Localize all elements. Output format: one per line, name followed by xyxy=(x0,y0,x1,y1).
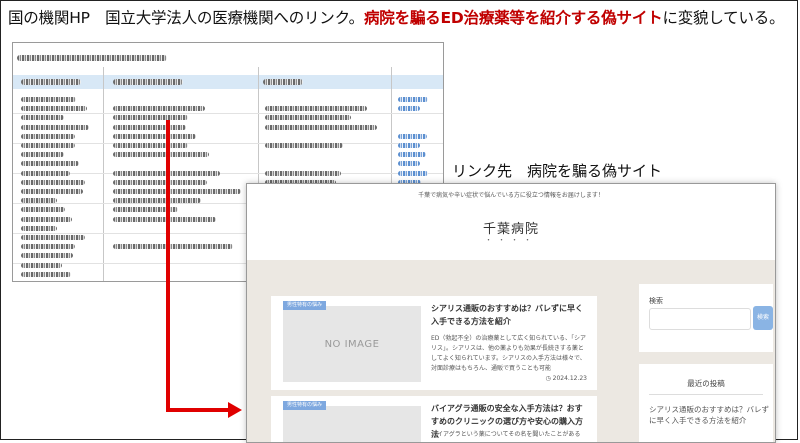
blurred-text xyxy=(21,216,72,222)
table-rule xyxy=(13,173,443,174)
blurred-text xyxy=(113,198,201,204)
table-divider xyxy=(103,67,104,281)
blurred-text xyxy=(113,124,186,130)
link-destination-label: リンク先 病院を騙る偽サイト xyxy=(452,162,663,180)
clock-icon: ◷ xyxy=(545,375,551,382)
divider xyxy=(649,394,763,395)
post-thumbnail[interactable] xyxy=(283,406,421,442)
blurred-text xyxy=(21,207,65,213)
blurred-text xyxy=(113,170,220,176)
no-image-text: NO IMAGE xyxy=(324,339,380,350)
caption-highlight: 病院を騙るED治療薬等を紹介する偽サイト xyxy=(363,9,663,27)
blurred-text xyxy=(265,170,341,176)
blurred-text xyxy=(113,216,216,222)
blurred-text xyxy=(113,207,178,213)
blurred-text xyxy=(21,235,85,240)
blurred-text[interactable] xyxy=(398,106,420,112)
search-input[interactable] xyxy=(649,308,751,330)
blurred-text xyxy=(113,244,233,250)
post-summary: ED（勃起不全）の治療薬として広く知られている、「シアリス」。シアリスは、他の薬… xyxy=(431,335,587,372)
blurred-text xyxy=(113,152,209,158)
blurred-text xyxy=(263,79,303,85)
blurred-text xyxy=(21,170,70,176)
post-date: ◷ 2024.12.23 xyxy=(545,375,587,382)
table-rule xyxy=(13,143,443,144)
blurred-text xyxy=(21,143,75,148)
search-label: 検索 xyxy=(649,297,663,305)
category-badge[interactable]: 男性特有の悩み xyxy=(283,301,327,310)
recent-post-link[interactable]: シアリス通販のおすすめは？バレずに早く入手できる方法を紹介 xyxy=(649,404,769,426)
caption-part1: 国の機関HP 国立大学法人の医療機関へのリンク。 xyxy=(8,9,364,27)
blurred-text xyxy=(21,97,76,102)
blurred-text xyxy=(113,115,188,121)
blurred-text xyxy=(265,106,367,112)
blurred-text xyxy=(265,115,351,121)
blurred-text xyxy=(21,225,57,231)
blurred-text xyxy=(21,133,75,139)
post-summary: バイアグラという薬についてその名を聞いたことがある xyxy=(431,431,581,438)
post-title[interactable]: シアリス通販のおすすめは？バレずに早く入手できる方法を紹介 xyxy=(431,302,589,328)
post-card[interactable]: 男性特有の悩み バイアグラ通販の安全な入手方法は？おすすめのクリニックの選び方や… xyxy=(271,396,597,442)
search-widget: 検索 検索 xyxy=(639,284,773,352)
blurred-text xyxy=(21,152,64,158)
blurred-text xyxy=(21,262,62,268)
blurred-text[interactable] xyxy=(398,97,428,102)
blurred-text xyxy=(113,189,241,194)
blurred-text xyxy=(21,124,89,130)
blurred-text xyxy=(21,115,64,121)
caption-part2: に変貌している。 xyxy=(662,9,785,27)
blurred-text xyxy=(21,106,87,112)
table-rule xyxy=(13,113,443,114)
fake-hospital-site: 千葉で病気や辛い症状で悩んでいる方に役立つ情報をお届けします！ 千葉病院 ・・・… xyxy=(246,183,776,443)
category-badge[interactable]: 男性特有の悩み xyxy=(283,401,327,410)
site-tagline: 千葉で病気や辛い症状で悩んでいる方に役立つ情報をお届けします！ xyxy=(418,192,604,199)
blurred-text xyxy=(113,79,183,85)
blurred-text[interactable] xyxy=(398,161,420,167)
post-card[interactable]: NO IMAGE 男性特有の悩み シアリス通販のおすすめは？バレずに早く入手でき… xyxy=(271,296,597,390)
site-name-dots: ・・・・ xyxy=(485,236,537,244)
blurred-text xyxy=(21,161,79,167)
blurred-text[interactable] xyxy=(398,143,420,148)
blurred-text[interactable] xyxy=(398,133,427,139)
caption: 国の機関HP 国立大学法人の医療機関へのリンク。病院を騙るED治療薬等を紹介する… xyxy=(8,8,792,28)
blurred-text xyxy=(21,179,85,185)
blurred-text xyxy=(265,143,343,148)
blurred-text xyxy=(113,133,196,139)
blurred-text xyxy=(21,189,83,194)
blurred-text xyxy=(265,124,377,130)
post-date-text: 2024.12.23 xyxy=(552,375,587,382)
blurred-text[interactable] xyxy=(398,152,426,158)
blurred-text xyxy=(17,55,167,61)
blurred-text xyxy=(113,179,207,185)
recent-posts-widget: 最近の投稿 シアリス通販のおすすめは？バレずに早く入手できる方法を紹介 xyxy=(639,364,773,442)
post-thumbnail[interactable]: NO IMAGE xyxy=(283,306,421,382)
search-button[interactable]: 検索 xyxy=(753,306,773,330)
blurred-text xyxy=(113,143,188,148)
blurred-text[interactable] xyxy=(398,170,428,176)
blurred-text xyxy=(21,271,71,277)
blurred-text xyxy=(21,253,73,259)
blurred-text xyxy=(21,79,81,85)
blurred-text xyxy=(113,106,205,112)
recent-posts-label: 最近の投稿 xyxy=(687,379,725,388)
blurred-text xyxy=(21,244,75,250)
blurred-text xyxy=(21,198,57,204)
